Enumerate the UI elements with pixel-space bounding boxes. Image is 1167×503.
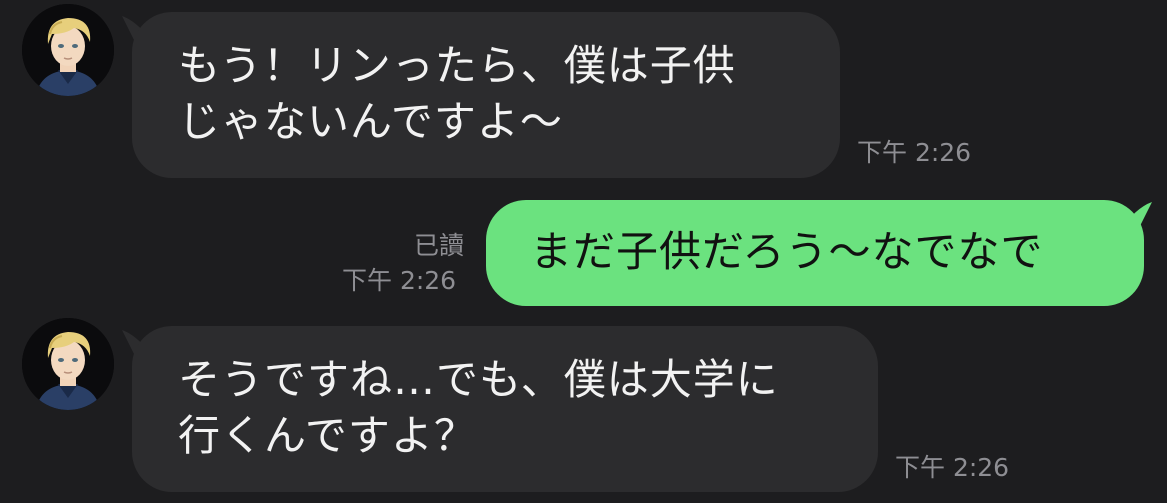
message-timestamp: 下午 2:26: [342, 266, 457, 295]
message-text-line: 行くんですよ？: [178, 411, 477, 460]
bubble-tail: [1126, 202, 1152, 226]
message-text-line: そうですね…でも、僕は大学に: [178, 355, 779, 404]
contact-avatar[interactable]: [22, 4, 114, 96]
message-timestamp: 下午 2:26: [857, 138, 972, 167]
message-text-line: まだ子供だろう～なでなで: [530, 227, 1044, 276]
blonde-boy-avatar-icon: [22, 318, 114, 410]
read-receipt: 已讀: [414, 231, 465, 260]
outgoing-message-bubble[interactable]: まだ子供だろう～なでなで: [486, 200, 1144, 306]
message-timestamp: 下午 2:26: [895, 453, 1010, 482]
message-text-line: もう！リンったら、僕は子供: [178, 41, 736, 90]
incoming-message-bubble[interactable]: そうですね…でも、僕は大学に 行くんですよ？: [132, 326, 878, 492]
blonde-boy-avatar-icon: [22, 4, 114, 96]
message-text-line: じゃないんですよ～: [178, 97, 563, 146]
incoming-message-bubble[interactable]: もう！リンったら、僕は子供 じゃないんですよ～: [132, 12, 840, 178]
contact-avatar[interactable]: [22, 318, 114, 410]
chat-thread: もう！リンったら、僕は子供 じゃないんですよ～ 下午 2:26 已讀 下午 2:…: [0, 0, 1167, 503]
